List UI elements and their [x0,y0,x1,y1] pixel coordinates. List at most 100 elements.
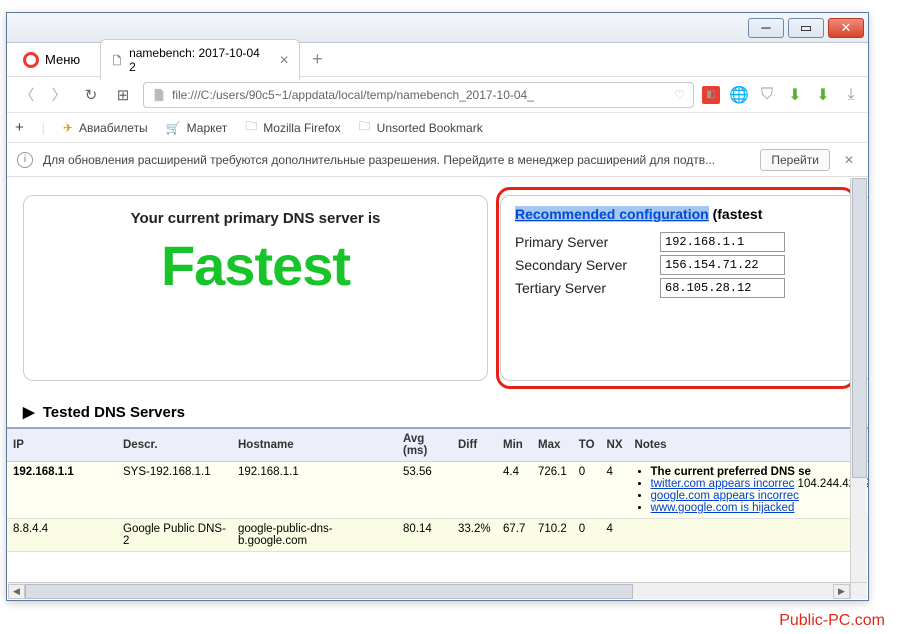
back-button[interactable]: 〈 [15,83,39,107]
bookmark-unsorted[interactable]: 🗀 Unsorted Bookmark [359,117,483,138]
speed-dial-button[interactable]: ⊞ [111,83,135,107]
col-nx: NX [601,428,629,462]
cell-min: 67.7 [497,519,532,552]
table-header-row: IP Descr. Hostname Avg (ms) Diff Min Max… [7,428,868,462]
dns-results-table: IP Descr. Hostname Avg (ms) Diff Min Max… [7,427,868,552]
cell-ip: 8.8.4.4 [7,519,117,552]
scrollbar-thumb[interactable] [25,584,633,599]
bookmarks-bar: + | ✈ Авиабилеты 🛒 Маркет 🗀 Mozilla Fire… [7,113,868,143]
file-protocol-icon [152,88,166,102]
new-tab-button[interactable]: + [306,49,329,70]
menu-label: Меню [45,52,80,67]
cell-descr: SYS-192.168.1.1 [117,462,232,519]
note-item: twitter.com appears incorrec 104.244.42.… [651,478,868,490]
add-bookmark-button[interactable]: + [15,119,24,136]
table-row: 8.8.4.4 Google Public DNS-2 google-publi… [7,519,868,552]
note-link[interactable]: www.google.com is hijacked [651,502,795,514]
cell-ip: 192.168.1.1 [7,462,117,519]
cell-to: 0 [573,519,601,552]
tertiary-server-input[interactable] [660,278,785,298]
tested-servers-heading: ▶ Tested DNS Servers [23,403,868,421]
config-row-secondary: Secondary Server [515,255,857,275]
address-bar[interactable]: file:///C:/users/90c5~1/appdata/local/te… [143,82,694,108]
reload-button[interactable]: ↻ [79,83,103,107]
watermark: Public-PC.com [779,612,885,630]
config-table: Primary Server Secondary Server Tertiary… [515,232,857,298]
opera-menu-button[interactable]: Меню [13,48,90,72]
tab-close-icon[interactable]: ✕ [279,53,289,67]
note-item: google.com appears incorrec [651,490,868,502]
notification-text: Для обновления расширений требуются допо… [43,153,750,167]
info-icon: i [17,152,33,168]
cell-notes [629,519,868,552]
col-max: Max [532,428,573,462]
browser-tab[interactable]: namebench: 2017-10-04 2 ✕ [100,39,300,80]
cell-nx: 4 [601,462,629,519]
globe-icon[interactable]: 🌐 [730,86,748,104]
horizontal-scrollbar[interactable]: ◀ ▶ [8,582,850,599]
scroll-left-arrow[interactable]: ◀ [8,584,25,599]
notification-close-icon[interactable]: ✕ [840,153,858,167]
folder-icon: 🗀 [245,117,257,138]
col-ip: IP [7,428,117,462]
page-content: Your current primary DNS server is Faste… [7,177,868,552]
download-arrow-icon[interactable]: ⬇ [786,86,804,104]
recommended-config-panel: Recommended configuration (fastest Prima… [500,195,868,381]
savefrom-icon[interactable]: ⬇ [814,86,832,104]
minimize-button[interactable]: ─ [748,18,784,38]
col-avg: Avg (ms) [397,428,452,462]
notification-go-button[interactable]: Перейти [760,149,830,171]
adblock-icon[interactable]: ◧ [702,86,720,104]
col-notes: Notes [629,428,868,462]
col-diff: Diff [452,428,497,462]
cell-max: 710.2 [532,519,573,552]
status-value: Fastest [34,233,477,298]
file-icon [111,54,123,66]
cell-avg: 53.56 [397,462,452,519]
scroll-right-arrow[interactable]: ▶ [833,584,850,599]
config-row-primary: Primary Server [515,232,857,252]
title-tail: (fastest [709,206,763,222]
note-link[interactable]: google.com appears incorrec [651,490,799,502]
note-item: The current preferred DNS se [651,466,868,478]
extension-icons: ◧ 🌐 ⛉ ⬇ ⬇ ⤓ [702,86,860,104]
triangle-icon: ▶ [23,404,35,421]
bookmark-heart-icon[interactable]: ♡ [674,88,685,102]
tab-title: namebench: 2017-10-04 2 [129,46,269,74]
col-to: TO [573,428,601,462]
bookmark-aviabilety[interactable]: ✈ Авиабилеты [63,121,148,135]
bookmark-mozilla[interactable]: 🗀 Mozilla Firefox [245,117,340,138]
status-header: Your current primary DNS server is [34,210,477,227]
vertical-scrollbar[interactable] [850,178,867,582]
col-min: Min [497,428,532,462]
cell-max: 726.1 [532,462,573,519]
col-descr: Descr. [117,428,232,462]
close-button[interactable]: ✕ [828,18,864,38]
config-label: Tertiary Server [515,280,660,296]
note-link[interactable]: twitter.com appears incorrec [651,478,795,490]
scrollbar-thumb[interactable] [852,178,867,478]
opera-logo-icon [23,52,39,68]
folder-icon: 🗀 [359,117,371,138]
config-label: Primary Server [515,234,660,250]
tab-bar: Меню namebench: 2017-10-04 2 ✕ + [7,43,868,77]
primary-server-input[interactable] [660,232,785,252]
forward-button[interactable]: 〉 [47,83,71,107]
section-title: Tested DNS Servers [43,404,185,421]
cart-icon: 🛒 [166,121,181,135]
secondary-server-input[interactable] [660,255,785,275]
address-bar-row: 〈 〉 ↻ ⊞ file:///C:/users/90c5~1/appdata/… [7,77,868,113]
cell-hostname: google-public-dns-b.google.com [232,519,397,552]
table-row: 192.168.1.1 SYS-192.168.1.1 192.168.1.1 … [7,462,868,519]
config-row-tertiary: Tertiary Server [515,278,857,298]
cell-notes: The current preferred DNS se twitter.com… [629,462,868,519]
bookmark-label: Unsorted Bookmark [377,121,483,135]
status-panel: Your current primary DNS server is Faste… [23,195,488,381]
bookmark-market[interactable]: 🛒 Маркет [166,121,228,135]
maximize-button[interactable]: ▭ [788,18,824,38]
window-frame: ─ ▭ ✕ Меню namebench: 2017-10-04 2 ✕ + 〈… [6,12,869,601]
download-tray-icon[interactable]: ⤓ [842,86,860,104]
shield-icon[interactable]: ⛉ [758,86,776,104]
scrollbar-corner [850,582,867,599]
cell-diff: 33.2% [452,519,497,552]
